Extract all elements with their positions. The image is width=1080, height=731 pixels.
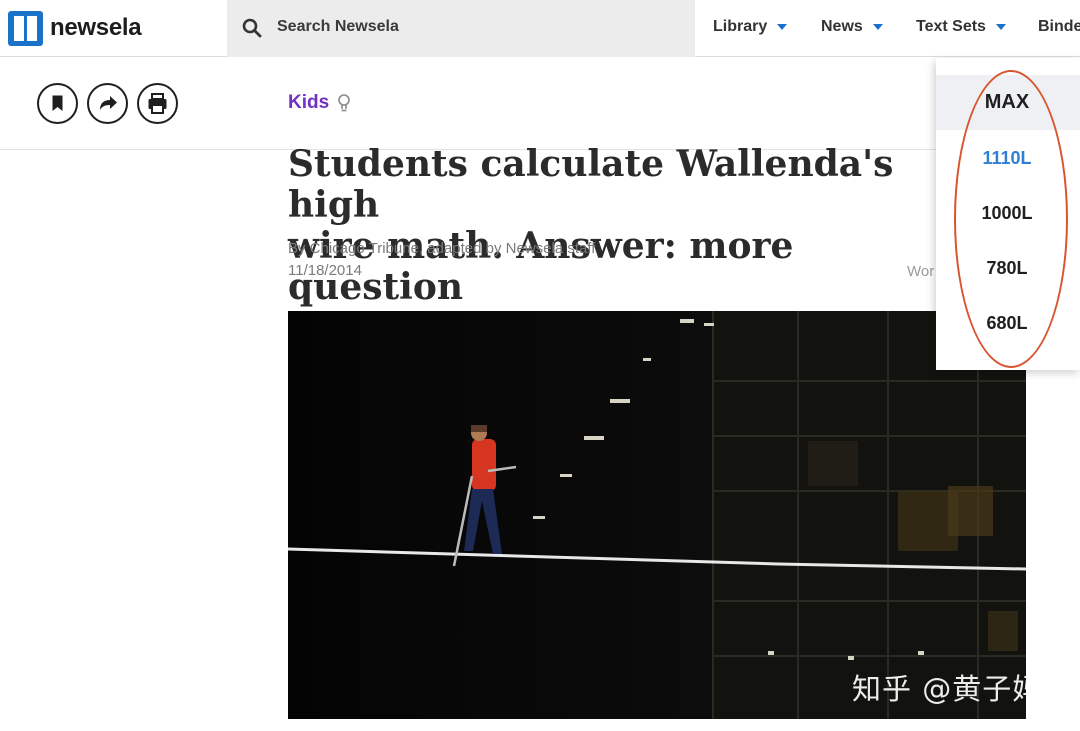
nav-binder-label: Binde xyxy=(1038,18,1080,35)
search-icon[interactable] xyxy=(242,18,262,38)
share-button[interactable] xyxy=(87,83,128,124)
article-byline: By Chicago Tribune, adapted by Newsela s… xyxy=(288,240,596,257)
article-date: 11/18/2014 xyxy=(288,262,362,279)
reading-level-780l[interactable]: 780L xyxy=(936,241,1080,296)
article-title: Students calculate Wallenda's high wire … xyxy=(288,143,894,308)
nav-news[interactable]: News xyxy=(821,18,883,36)
nav-library-label: Library xyxy=(713,18,768,35)
section-label[interactable]: Kids xyxy=(288,92,329,114)
reading-level-1000l[interactable]: 1000L xyxy=(936,186,1080,241)
print-icon xyxy=(148,93,167,114)
share-icon xyxy=(100,96,117,110)
chevron-down-icon xyxy=(872,24,883,30)
search-input[interactable]: Search Newsela xyxy=(277,18,399,36)
reading-level-1110l[interactable]: 1110L xyxy=(936,131,1080,186)
reading-level-dropdown: MAX 1110L 1000L 780L 680L xyxy=(936,58,1080,370)
nav-news-label: News xyxy=(821,18,863,35)
newsela-logo-icon xyxy=(8,10,43,46)
nav-library[interactable]: Library xyxy=(713,18,788,36)
nav-binder[interactable]: Binde xyxy=(1038,18,1080,36)
print-button[interactable] xyxy=(137,83,178,124)
word-count-label: Wor xyxy=(907,263,935,280)
chevron-down-icon xyxy=(777,24,788,30)
nav-text-sets[interactable]: Text Sets xyxy=(916,18,1006,36)
bookmark-button[interactable] xyxy=(37,83,78,124)
newsela-logo[interactable]: newsela xyxy=(8,10,142,46)
top-navigation-bar: newsela Search Newsela Library News Text… xyxy=(0,0,1080,57)
bookmark-icon xyxy=(52,95,63,111)
chevron-down-icon xyxy=(995,24,1006,30)
article-photo xyxy=(288,311,1026,719)
reading-level-680l[interactable]: 680L xyxy=(936,296,1080,351)
reading-level-max[interactable]: MAX xyxy=(936,75,1080,130)
watermark: 知乎 @黄子妈 xyxy=(852,672,1043,706)
brand-name: newsela xyxy=(50,14,142,41)
lightbulb-icon xyxy=(338,94,350,112)
nav-text-sets-label: Text Sets xyxy=(916,18,986,35)
